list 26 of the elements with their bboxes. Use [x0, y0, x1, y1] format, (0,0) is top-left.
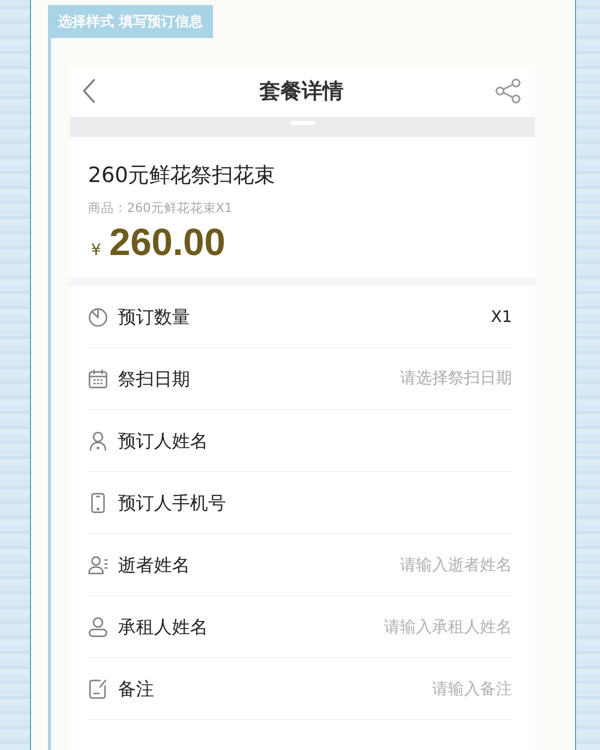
page-title: 套餐详情: [260, 78, 344, 105]
field-label: 预订人姓名: [118, 430, 208, 452]
user-icon: [88, 430, 108, 450]
field-label: 预订人手机号: [118, 492, 226, 514]
back-icon[interactable]: [82, 78, 96, 104]
field-label: 备注: [118, 678, 154, 700]
currency-symbol: ¥: [91, 240, 102, 259]
share-icon[interactable]: [495, 78, 521, 104]
field-label: 逝者姓名: [118, 554, 190, 576]
pie-chart-icon: [88, 306, 108, 326]
calendar-icon: [88, 368, 108, 388]
date-picker[interactable]: 请选择祭扫日期: [400, 368, 512, 389]
price-amount: 260.00: [109, 221, 226, 265]
step-banner: 选择样式 填写预订信息: [48, 5, 213, 38]
field-label: 预订数量: [118, 306, 190, 328]
product-title: 260元鲜花祭扫花束: [88, 162, 276, 189]
user-details-icon: [88, 554, 108, 574]
input-field[interactable]: 请输入逝者姓名: [395, 555, 512, 574]
user-icon: [88, 616, 108, 636]
input-field[interactable]: 请输入备注: [427, 679, 512, 698]
quantity-value: X1: [490, 307, 512, 326]
field-label: 祭扫日期: [118, 368, 190, 390]
product-subtitle: 商品：260元鲜花花束X1: [88, 200, 232, 216]
field-label: 承租人姓名: [118, 616, 208, 638]
input-field[interactable]: 请输入承租人姓名: [379, 617, 512, 636]
edit-note-icon: [88, 678, 108, 698]
